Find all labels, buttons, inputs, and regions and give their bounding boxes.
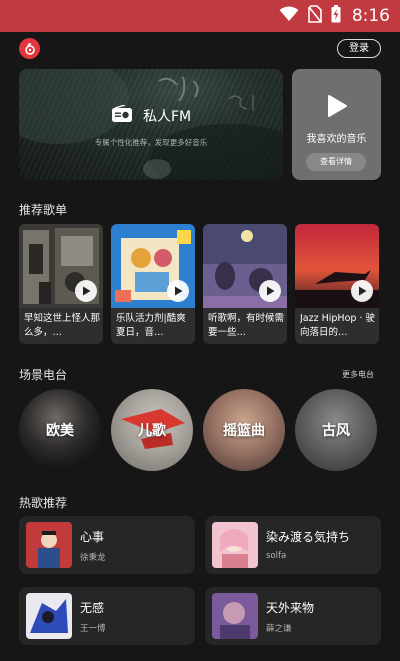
play-button[interactable] [351,280,373,302]
radio-ancient-style[interactable]: 古风 [295,389,377,471]
song-item[interactable]: 天外来物 薛之谦 [205,587,381,645]
song-artist: solfa [266,551,287,561]
fm-subtitle: 专属个性化推荐，发现更多好音乐 [94,138,208,147]
battery-charging-icon [331,5,341,27]
clock: 8:16 [351,6,390,26]
radio-kids-songs[interactable]: 儿歌 [111,389,193,471]
status-bar: 8:16 [0,0,400,32]
radio-label: 摇篮曲 [223,423,265,439]
song-artist: 王一博 [80,624,106,634]
song-cover [26,522,72,568]
song-artist: 薛之谦 [266,624,292,634]
song-title: 天外来物 [266,601,315,615]
playlist-name: Jazz HipHop · 驶向落日的… [300,313,375,338]
song-cover [212,522,258,568]
song-item[interactable]: 无感 王一博 [19,587,195,645]
app-screen: 8:16 登录 私人FM 专属个性化推荐，发现更多好音乐 我喜欢的音乐 查看详情… [0,0,400,661]
song-cover [26,593,72,639]
radios-section-title: 场景电台 [19,368,68,382]
radio-lullaby[interactable]: 摇篮曲 [203,389,285,471]
song-title: 无感 [80,601,105,615]
playlist-name: 乐队活力剂|酷爽夏日，音… [116,313,186,338]
hot-songs-section-title: 热歌推荐 [19,496,68,510]
song-title: 染み渡る気持ち [266,530,351,544]
radio-label: 欧美 [46,423,74,439]
playlist-name: 听歌啊，有时候需要一些… [208,313,284,338]
radio-western[interactable]: 欧美 [19,389,101,471]
no-sim-icon [308,5,322,27]
top-bar: 登录 [0,32,400,64]
song-cover [212,593,258,639]
login-button[interactable]: 登录 [337,39,381,58]
playlist-card[interactable]: Jazz HipHop · 驶向落日的… [295,224,379,344]
radio-icon [111,104,133,127]
wifi-icon [279,6,299,26]
netease-music-logo-icon [19,38,40,59]
song-title: 心事 [80,530,105,544]
song-item[interactable]: 染み渡る気持ち solfa [205,516,381,574]
fm-title: 私人FM [143,109,192,125]
play-icon [326,95,348,121]
song-artist: 徐秉龙 [80,553,106,563]
playlist-name: 早知这世上怪人那么多，… [24,313,100,338]
play-button[interactable] [75,280,97,302]
more-radios-link[interactable]: 更多电台 [342,369,374,380]
private-fm-card[interactable]: 私人FM 专属个性化推荐，发现更多好音乐 [19,69,283,180]
radio-label: 古风 [322,423,350,439]
song-item[interactable]: 心事 徐秉龙 [19,516,195,574]
playlist-card[interactable]: 乐队活力剂|酷爽夏日，音… [111,224,195,344]
play-button[interactable] [259,280,281,302]
favorite-music-card[interactable]: 我喜欢的音乐 查看详情 [292,69,381,180]
playlist-card[interactable]: 听歌啊，有时候需要一些… [203,224,287,344]
radio-label: 儿歌 [138,423,166,439]
view-details-button[interactable]: 查看详情 [306,153,366,171]
playlist-card[interactable]: 早知这世上怪人那么多，… [19,224,103,344]
favorite-title: 我喜欢的音乐 [306,134,367,145]
playlists-section-title: 推荐歌单 [19,203,68,217]
play-button[interactable] [167,280,189,302]
